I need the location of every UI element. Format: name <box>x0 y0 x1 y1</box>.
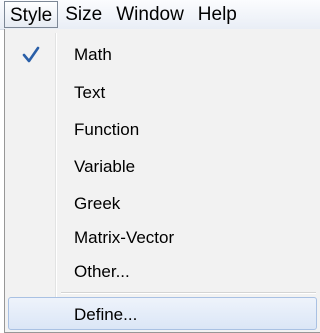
menu-item-greek[interactable]: Greek <box>8 187 317 220</box>
menu-item-label: Greek <box>74 194 121 213</box>
menu-item-matrix-vector[interactable]: Matrix-Vector <box>8 221 317 254</box>
menu-item-label: Matrix-Vector <box>74 228 175 247</box>
menu-item-variable[interactable]: Variable <box>8 150 317 183</box>
checkmark-icon <box>22 46 40 63</box>
menu-item-label: Define... <box>74 305 138 324</box>
menu-size[interactable]: Size <box>58 1 109 28</box>
menu-style[interactable]: Style <box>4 1 59 28</box>
menu-separator <box>61 292 316 294</box>
menu-item-label: Text <box>74 83 106 102</box>
menu-help[interactable]: Help <box>191 1 244 28</box>
style-dropdown-menu: Math Text Function Variable Greek Matrix… <box>4 29 320 333</box>
menu-item-label: Variable <box>74 157 136 176</box>
menu-item-math[interactable]: Math <box>8 38 317 71</box>
menu-item-text[interactable]: Text <box>8 76 317 109</box>
menu-item-label: Function <box>74 120 140 139</box>
menu-item-function[interactable]: Function <box>8 113 317 146</box>
menu-bar: Style Size Window Help <box>0 0 320 30</box>
menu-item-other[interactable]: Other... <box>8 255 317 288</box>
menu-window[interactable]: Window <box>109 1 191 28</box>
menu-item-label: Math <box>74 45 112 64</box>
menu-item-label: Other... <box>74 262 130 281</box>
menu-item-define[interactable]: Define... <box>8 297 317 330</box>
